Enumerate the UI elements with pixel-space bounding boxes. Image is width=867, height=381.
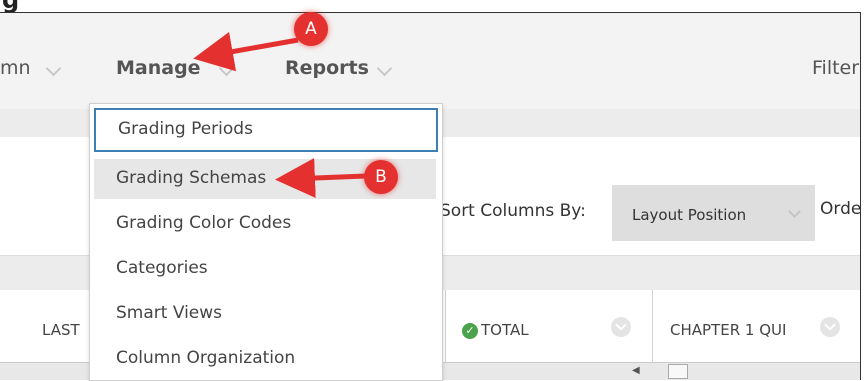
menu-column[interactable]: mn xyxy=(0,57,31,79)
column-options-icon[interactable] xyxy=(611,317,631,337)
scroll-left-icon[interactable]: ◀ xyxy=(632,365,640,376)
sort-columns-label: Sort Columns By: xyxy=(440,201,586,221)
menu-item-label: Smart Views xyxy=(116,303,223,323)
check-circle-icon: ✓ xyxy=(462,323,478,339)
menu-reports[interactable]: Reports xyxy=(285,57,369,79)
menu-item-label: Grading Periods xyxy=(118,119,253,139)
scroll-thumb[interactable] xyxy=(668,364,688,379)
sort-select-value: Layout Position xyxy=(632,206,747,224)
menu-item-label: Column Organization xyxy=(116,348,296,368)
order-label: Orde xyxy=(820,199,861,219)
filter-button[interactable]: Filter xyxy=(812,57,859,79)
annotation-badge-b: B xyxy=(364,160,398,194)
menu-item-categories[interactable]: Categories xyxy=(94,249,436,289)
manage-dropdown-menu: Grading Periods Grading Schemas Grading … xyxy=(89,103,443,381)
annotation-badge-a: A xyxy=(294,12,328,46)
menu-item-label: Grading Schemas xyxy=(116,168,267,188)
column-header-chapter-1[interactable]: CHAPTER 1 QUI xyxy=(670,321,786,339)
menu-item-grading-color-codes[interactable]: Grading Color Codes xyxy=(94,204,436,244)
sort-columns-select[interactable]: Layout Position xyxy=(612,185,815,241)
menu-manage[interactable]: Manage xyxy=(116,57,201,79)
menu-item-label: Grading Color Codes xyxy=(116,213,292,233)
column-header-total[interactable]: TOTAL xyxy=(481,321,529,339)
menu-item-smart-views[interactable]: Smart Views xyxy=(94,294,436,334)
menu-item-column-organization[interactable]: Column Organization xyxy=(94,339,436,379)
column-divider xyxy=(445,290,446,362)
menu-item-grading-periods[interactable]: Grading Periods xyxy=(94,108,438,152)
column-divider xyxy=(652,290,653,362)
column-divider xyxy=(860,290,861,362)
chevron-down-icon xyxy=(788,205,801,218)
column-options-icon[interactable] xyxy=(820,317,840,337)
menu-item-label: Categories xyxy=(116,258,208,278)
column-header-last[interactable]: LAST xyxy=(42,321,80,339)
